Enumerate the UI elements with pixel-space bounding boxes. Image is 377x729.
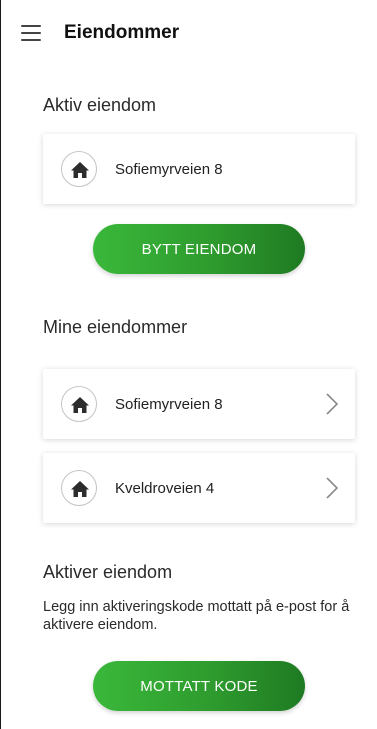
active-property-name: Sofiemyrveien 8 — [115, 161, 223, 178]
house-icon — [61, 386, 97, 422]
property-list-item[interactable]: Sofiemyrveien 8 — [43, 369, 355, 439]
property-list-item[interactable]: Kveldroveien 4 — [43, 453, 355, 523]
house-icon — [61, 151, 97, 187]
house-icon — [61, 470, 97, 506]
active-property-heading: Aktiv eiendom — [43, 95, 157, 115]
activate-property-heading: Aktiver eiendom — [43, 562, 173, 582]
property-name: Kveldroveien 4 — [115, 480, 215, 497]
received-code-button[interactable]: MOTTATT KODE — [93, 661, 305, 711]
chevron-right-icon — [326, 393, 339, 415]
my-properties-heading: Mine eiendommer — [43, 317, 188, 337]
app-header: Eiendommer — [0, 0, 377, 62]
window-edge — [0, 0, 1, 729]
activate-description: Legg inn aktiveringskode mottatt på e-po… — [43, 599, 350, 633]
page-title: Eiendommer — [64, 22, 180, 43]
hamburger-menu-icon[interactable] — [21, 25, 41, 41]
properties-screen: Eiendommer Aktiv eiendom Sofiemyrveien 8… — [0, 0, 377, 729]
property-name: Sofiemyrveien 8 — [115, 396, 223, 413]
change-property-button[interactable]: BYTT EIENDOM — [93, 224, 305, 274]
chevron-right-icon — [326, 477, 339, 499]
active-property-card: Sofiemyrveien 8 — [43, 134, 355, 204]
